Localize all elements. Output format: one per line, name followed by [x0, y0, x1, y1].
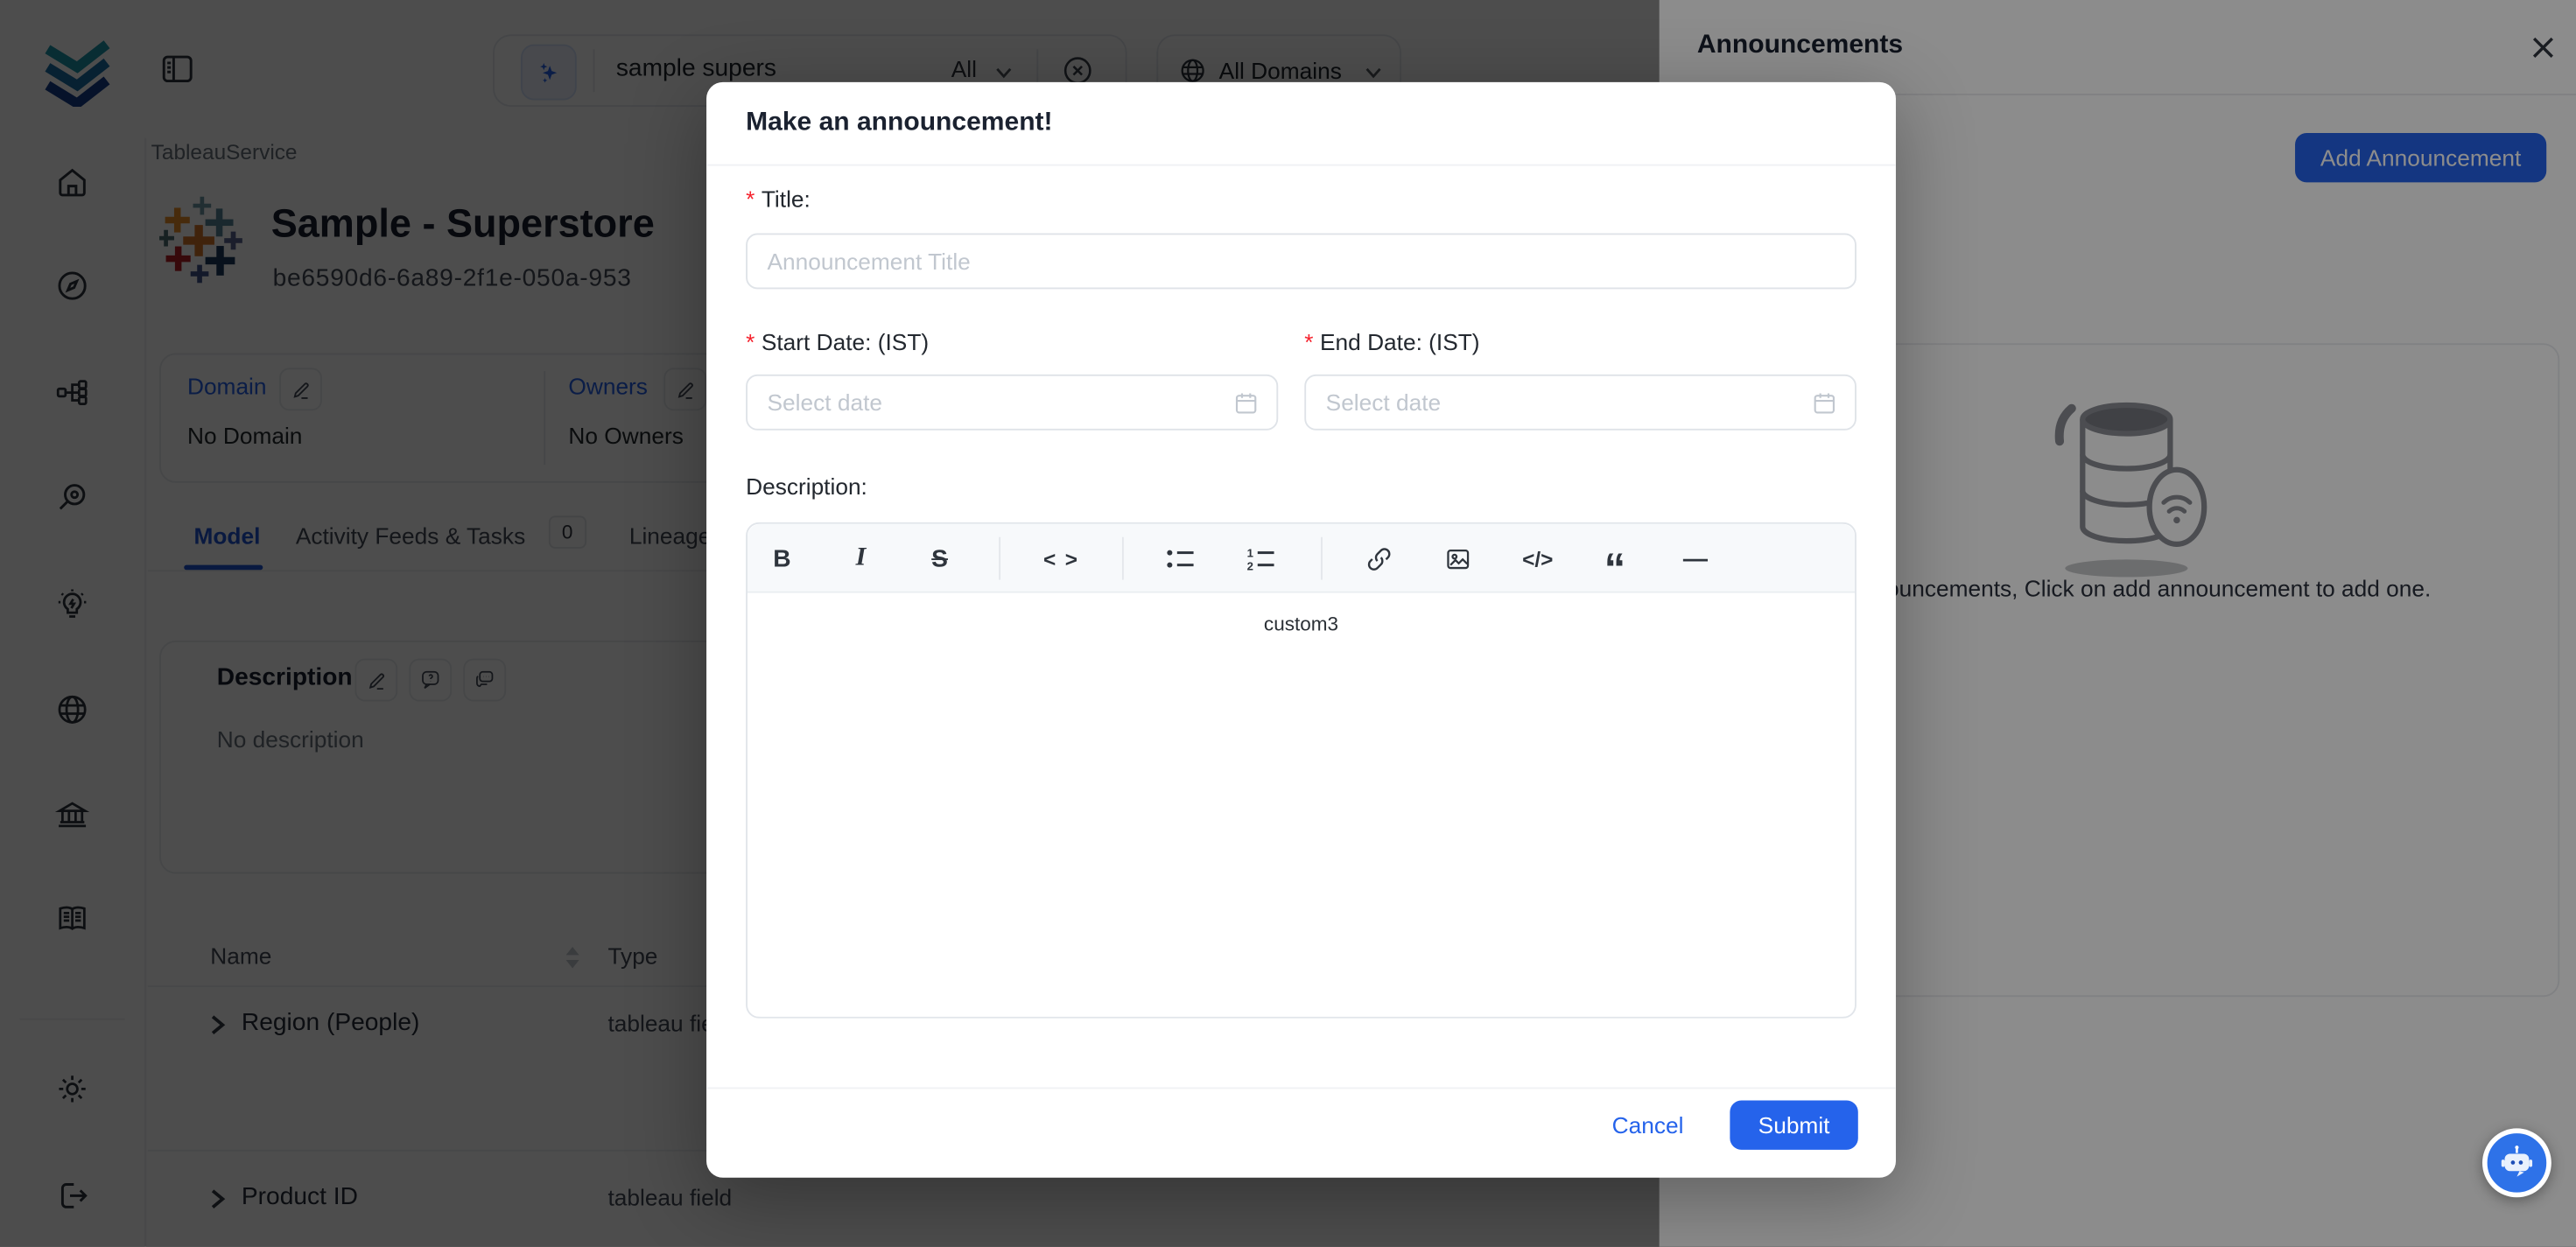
italic-button[interactable]: I	[841, 524, 881, 593]
editor-text[interactable]: custom3	[748, 613, 1855, 635]
robot-icon	[2497, 1141, 2537, 1184]
svg-text:2: 2	[1246, 558, 1253, 571]
end-date-label: *End Date: (IST)	[1304, 328, 1479, 354]
code-block-button[interactable]: </>	[1513, 524, 1562, 593]
title-field	[746, 234, 1857, 290]
end-date-field	[1304, 375, 1857, 431]
numbered-list-button[interactable]: 1 2	[1240, 524, 1280, 593]
image-icon	[1443, 544, 1471, 572]
start-date-label: *Start Date: (IST)	[746, 328, 929, 354]
modal-header-divider	[706, 165, 1896, 166]
horizontal-rule-button[interactable]: —	[1675, 524, 1715, 593]
blockquote-button[interactable]: “	[1595, 524, 1634, 593]
bold-button[interactable]: B	[762, 524, 802, 593]
editor-toolbar: B I S < > 1 2	[748, 524, 1855, 593]
modal-title: Make an announcement!	[746, 109, 1052, 138]
toolbar-separator	[1321, 537, 1323, 580]
bulleted-list-icon	[1166, 546, 1194, 571]
description-field-label: Description:	[746, 473, 867, 500]
bulleted-list-button[interactable]	[1160, 524, 1199, 593]
calendar-icon	[1810, 389, 1838, 417]
submit-button[interactable]: Submit	[1730, 1101, 1857, 1150]
toolbar-separator	[1122, 537, 1124, 580]
start-date-field	[746, 375, 1278, 431]
toolbar-separator	[999, 537, 1000, 580]
svg-text:1: 1	[1246, 546, 1253, 558]
end-date-input[interactable]	[1306, 376, 1855, 429]
image-button[interactable]	[1437, 524, 1477, 593]
announcement-modal: Make an announcement! *Title: *Start Dat…	[706, 82, 1896, 1178]
modal-footer-divider	[706, 1088, 1896, 1089]
link-button[interactable]	[1358, 524, 1398, 593]
required-asterisk: *	[1304, 328, 1313, 354]
cancel-button[interactable]: Cancel	[1598, 1112, 1697, 1138]
strikethrough-button[interactable]: S	[920, 524, 959, 593]
required-asterisk: *	[746, 328, 755, 354]
calendar-icon	[1232, 389, 1260, 417]
screen: All All Domains	[0, 0, 2576, 1247]
link-icon	[1365, 544, 1393, 572]
start-date-input[interactable]	[748, 376, 1276, 429]
numbered-list-icon: 1 2	[1246, 546, 1274, 571]
assistant-chat-button[interactable]	[2482, 1128, 2551, 1197]
announcement-title-input[interactable]	[748, 235, 1855, 287]
inline-code-button[interactable]: < >	[1038, 524, 1084, 593]
rich-text-editor: B I S < > 1 2	[746, 522, 1857, 1019]
required-asterisk: *	[746, 186, 755, 212]
editor-content[interactable]: custom3	[748, 593, 1855, 1017]
title-field-label: *Title:	[746, 186, 811, 212]
